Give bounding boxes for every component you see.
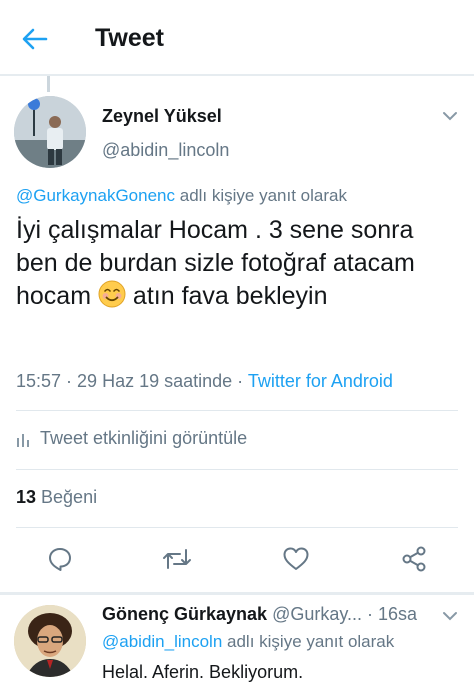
thread-connector-line	[47, 76, 50, 92]
author-handle[interactable]: @abidin_lincoln	[102, 140, 229, 161]
divider	[16, 527, 458, 528]
reply-icon[interactable]	[43, 542, 77, 576]
bar-chart-icon	[17, 433, 29, 447]
tweet-text: İyi çalışmalar Hocam . 3 sene sonra ben …	[16, 214, 456, 313]
reply-author-handle[interactable]: @Gurkay...	[267, 604, 362, 624]
reply-avatar[interactable]	[14, 605, 86, 677]
chevron-down-icon[interactable]	[440, 108, 460, 124]
meta-separator: ·	[232, 371, 248, 391]
tweet-meta: 15:57 · 29 Haz 19 saatinde · Twitter for…	[16, 371, 393, 392]
arrow-left-icon[interactable]	[18, 22, 52, 56]
tweet-activity-link[interactable]: Tweet etkinliğini görüntüle	[16, 428, 247, 449]
avatar[interactable]	[14, 96, 86, 168]
like-count: 13	[16, 487, 37, 507]
tweet-activity-label: Tweet etkinliğini görüntüle	[40, 428, 248, 448]
chevron-down-icon[interactable]	[440, 608, 460, 624]
tweet-date: 29 Haz 19 saatinde	[77, 371, 233, 391]
retweet-icon[interactable]	[160, 542, 194, 576]
reply-author-name[interactable]: Gönenç Gürkaynak	[102, 604, 267, 624]
page-title: Tweet	[95, 24, 164, 52]
section-divider	[0, 592, 474, 595]
mention-link[interactable]: @abidin_lincoln	[102, 632, 222, 651]
reply-context: @GurkaynakGonenc adlı kişiye yanıt olara…	[16, 186, 347, 206]
reply-context: @abidin_lincoln adlı kişiye yanıt olarak	[102, 632, 394, 652]
tweet-time: 15:57	[16, 371, 62, 391]
divider	[16, 469, 458, 470]
reply-header: Gönenç Gürkaynak @Gurkay... · 16sa	[102, 604, 442, 625]
mention-link[interactable]: @GurkaynakGonenc	[16, 186, 175, 205]
like-count-link[interactable]: 13 Beğeni	[16, 487, 97, 508]
like-icon[interactable]	[279, 542, 313, 576]
share-icon[interactable]	[397, 542, 431, 576]
divider	[16, 410, 458, 411]
tweet-text-part-2: atın fava bekleyin	[125, 282, 328, 310]
author-name[interactable]: Zeynel Yüksel	[102, 106, 222, 127]
reply-context-suffix: adlı kişiye yanıt olarak	[222, 632, 395, 651]
tweet-source-link[interactable]: Twitter for Android	[248, 371, 393, 391]
like-count-label: Beğeni	[36, 487, 98, 507]
smiling-face-emoji-icon	[98, 280, 126, 308]
meta-separator: ·	[61, 371, 78, 391]
reply-time: · 16sa	[362, 604, 418, 624]
reply-context-suffix: adlı kişiye yanıt olarak	[175, 186, 347, 205]
reply-text: Helal. Aferin. Bekliyorum.	[102, 662, 304, 682]
top-bar: Tweet	[0, 0, 474, 76]
